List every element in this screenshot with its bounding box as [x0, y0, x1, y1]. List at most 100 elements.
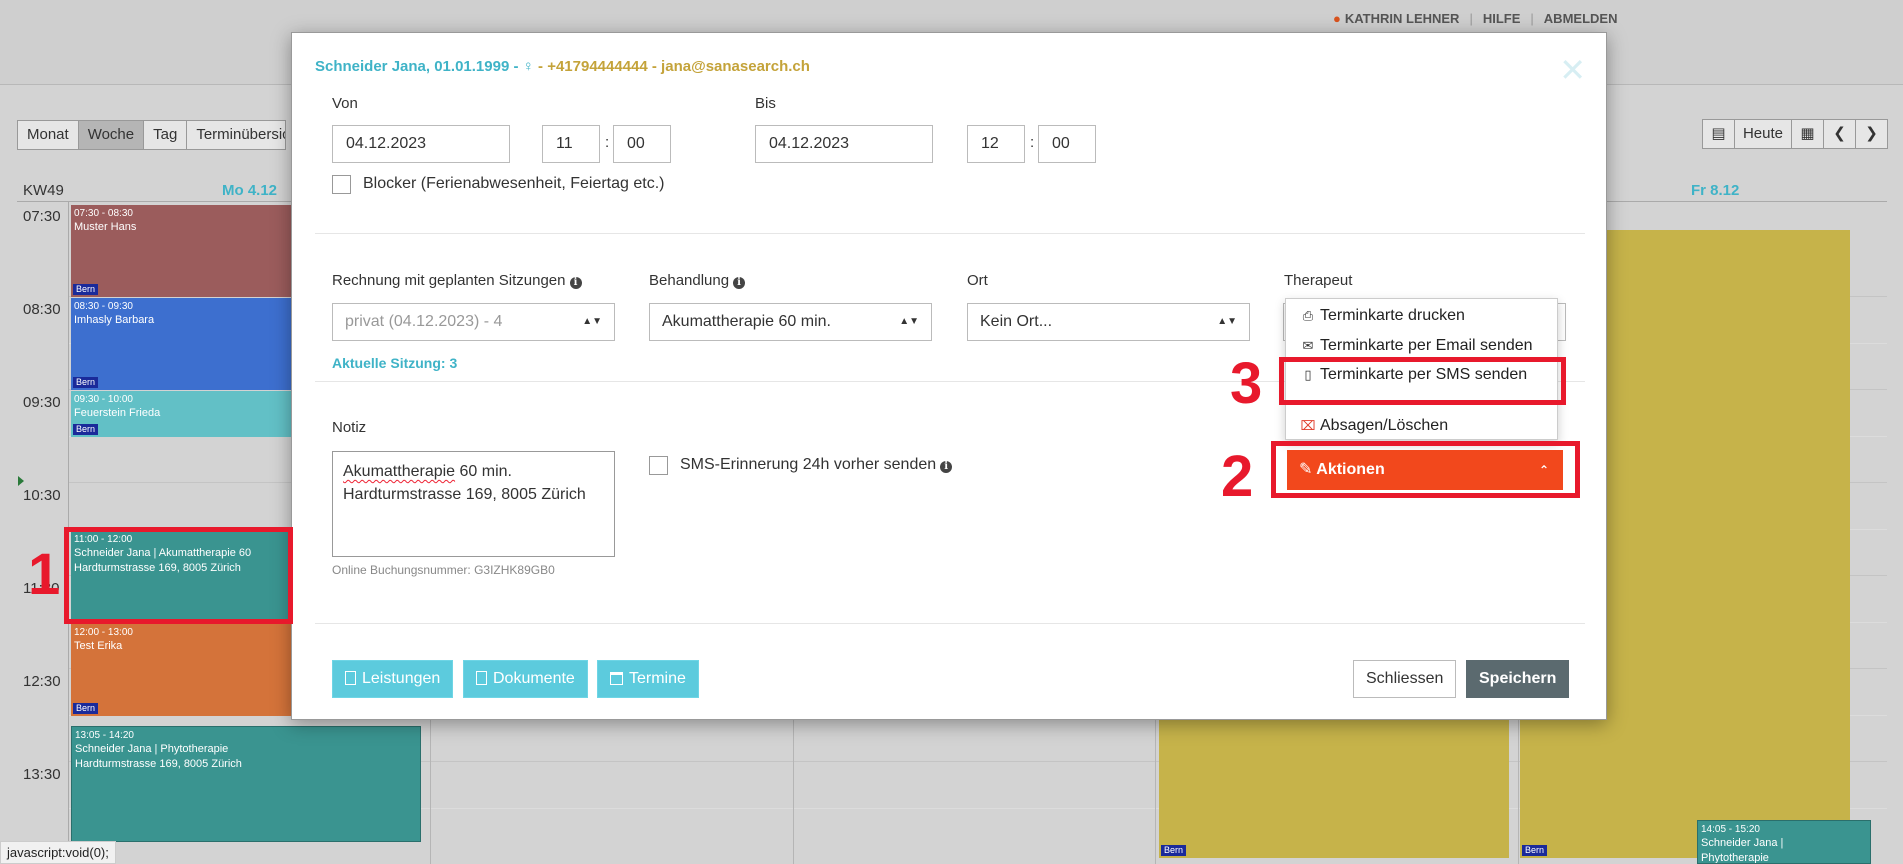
booking-number: Online Buchungsnummer: G3IZHK89GB0: [332, 563, 555, 577]
event-title: Schneider Jana | Phytotherapie: [75, 743, 229, 755]
location-badge: Bern: [73, 284, 99, 295]
save-button[interactable]: Speichern: [1466, 660, 1570, 698]
patient-contact: - +41794444444 - jana@sanasearch.ch: [533, 58, 810, 75]
print-icon: ⎙: [1302, 308, 1314, 323]
event-time: 14:05 - 15:20: [1701, 824, 1760, 835]
location-badge: Bern: [1522, 845, 1548, 856]
patient-name: Schneider Jana, 01.01.1999 -: [315, 58, 523, 75]
invoice-label: Rechnung mit geplanten Sitzungen i: [332, 272, 582, 289]
note-textarea[interactable]: Akumattherapie 60 min. Hardturmstrasse 1…: [332, 451, 615, 557]
event-address: Hardturmstrasse 169, 8005 Zürich: [75, 758, 242, 770]
help-link[interactable]: HILFE: [1483, 11, 1521, 26]
time-label: 13:30: [23, 766, 61, 783]
treatment-label-text: Behandlung: [649, 272, 730, 289]
event-time: 07:30 - 08:30: [74, 208, 133, 219]
menu-item-email-card[interactable]: ✉ Terminkarte per Email senden: [1300, 337, 1533, 355]
note-word: Akumattherapie: [343, 463, 456, 480]
info-icon[interactable]: i: [940, 461, 953, 473]
annotation-number-1: 1: [28, 542, 61, 607]
select-arrows-icon: ▲▼: [1217, 316, 1237, 327]
event-time: 12:00 - 13:00: [74, 627, 133, 638]
from-label: Von: [332, 95, 358, 112]
chevron-left-icon[interactable]: ❮: [1823, 119, 1856, 149]
calendar-nav: ▤ Heute ▦ ❮ ❯: [1701, 119, 1888, 149]
calendar-event[interactable]: 13:05 - 14:20 Schneider Jana | Phytother…: [71, 726, 421, 842]
sms-reminder-checkbox[interactable]: [649, 456, 668, 475]
day-header-monday[interactable]: Mo 4.12: [222, 182, 277, 199]
invoice-label-text: Rechnung mit geplanten Sitzungen: [332, 272, 566, 289]
calendar-event[interactable]: 09:30 - 10:00 Feuerstein Frieda Bern: [71, 391, 293, 437]
blocker-label: Blocker (Ferienabwesenheit, Feiertag etc…: [363, 175, 665, 192]
view-week-button[interactable]: Woche: [77, 120, 145, 150]
week-number: KW49: [23, 182, 64, 199]
location-badge: Bern: [73, 377, 99, 388]
view-day-button[interactable]: Tag: [143, 120, 188, 150]
location-select-value: Kein Ort...: [980, 313, 1053, 330]
view-overview-button[interactable]: Terminübersicht: [186, 120, 287, 150]
calendar-icon[interactable]: ▦: [1791, 119, 1824, 149]
services-button-label: Leistungen: [362, 670, 441, 687]
separator: |: [1530, 11, 1534, 26]
calendar-event[interactable]: 08:30 - 09:30 Imhasly Barbara Bern: [71, 298, 293, 390]
menu-item-label: Absagen/Löschen: [1320, 417, 1449, 434]
location-select[interactable]: Kein Ort... ▲▼: [967, 303, 1250, 341]
location-badge: Bern: [1161, 845, 1187, 856]
note-line: Hardturmstrasse 169, 8005 Zürich: [343, 486, 586, 503]
close-button[interactable]: Schliessen: [1353, 660, 1457, 698]
list-icon[interactable]: ▤: [1701, 119, 1735, 149]
logout-link[interactable]: ABMELDEN: [1544, 11, 1618, 26]
select-arrows-icon: ▲▼: [582, 316, 602, 327]
today-button[interactable]: Heute: [1733, 119, 1792, 149]
time-column: 07:30 08:30 09:30 10:30 11:30 12:30 13:3…: [17, 202, 69, 864]
to-label: Bis: [755, 95, 776, 112]
time-label: 10:30: [23, 487, 61, 504]
menu-item-cancel-delete[interactable]: ⌧ Absagen/Löschen: [1300, 417, 1449, 435]
chevron-right-icon[interactable]: ❯: [1855, 119, 1888, 149]
day-header-friday[interactable]: Fr 8.12: [1691, 182, 1739, 199]
menu-item-print-card[interactable]: ⎙ Terminkarte drucken: [1300, 307, 1465, 325]
time-label: 09:30: [23, 394, 61, 411]
calendar-event[interactable]: 14:05 - 15:20 Schneider Jana | Phytother…: [1697, 820, 1871, 864]
to-hour-input[interactable]: 12: [967, 125, 1025, 163]
event-title: Schneider Jana |: [1701, 837, 1784, 849]
from-minute-input[interactable]: 00: [613, 125, 671, 163]
services-button[interactable]: Leistungen: [332, 660, 454, 698]
calendar-event[interactable]: Bern: [1159, 720, 1509, 858]
appointments-button[interactable]: Termine: [597, 660, 699, 698]
location-badge: Bern: [73, 424, 99, 435]
calendar-event[interactable]: 12:00 - 13:00 Test Erika Bern: [71, 624, 293, 716]
appointments-button-label: Termine: [629, 670, 686, 687]
info-icon[interactable]: i: [569, 277, 582, 289]
blocker-checkbox[interactable]: [332, 175, 351, 194]
invoice-select: privat (04.12.2023) - 4 ▲▼: [332, 303, 615, 341]
from-hour-input[interactable]: 11: [542, 125, 600, 163]
invoice-select-value: privat (04.12.2023) - 4: [345, 313, 503, 330]
separator: |: [1469, 11, 1473, 26]
documents-button[interactable]: Dokumente: [463, 660, 588, 698]
menu-item-label: Terminkarte drucken: [1320, 307, 1465, 324]
time-colon: :: [1030, 134, 1035, 151]
treatment-select[interactable]: Akumattherapie 60 min. ▲▼: [649, 303, 932, 341]
current-time-marker: [18, 476, 24, 486]
time-label: 08:30: [23, 301, 61, 318]
location-label: Ort: [967, 272, 988, 289]
user-link[interactable]: KATHRIN LEHNER: [1345, 11, 1460, 26]
view-month-button[interactable]: Monat: [17, 120, 79, 150]
close-icon[interactable]: ✕: [1559, 54, 1586, 86]
modal-title: Schneider Jana, 01.01.1999 - ♀ - +417944…: [315, 58, 810, 75]
to-minute-input[interactable]: 00: [1038, 125, 1096, 163]
event-time: 09:30 - 10:00: [74, 394, 133, 405]
time-label: 12:30: [23, 673, 61, 690]
to-date-input[interactable]: 04.12.2023: [755, 125, 933, 163]
documents-button-label: Dokumente: [493, 670, 575, 687]
document-icon: [345, 671, 356, 685]
sms-reminder-text: SMS-Erinnerung 24h vorher senden: [680, 456, 937, 473]
calendar-event[interactable]: 07:30 - 08:30 Muster Hans Bern: [71, 205, 293, 297]
treatment-label: Behandlung i: [649, 272, 746, 289]
female-icon: ♀: [522, 58, 534, 75]
info-icon[interactable]: i: [733, 277, 746, 289]
user-icon: ●: [1333, 11, 1341, 26]
from-date-input[interactable]: 04.12.2023: [332, 125, 510, 163]
annotation-box-2: [1271, 441, 1580, 498]
event-time: 13:05 - 14:20: [75, 730, 134, 741]
